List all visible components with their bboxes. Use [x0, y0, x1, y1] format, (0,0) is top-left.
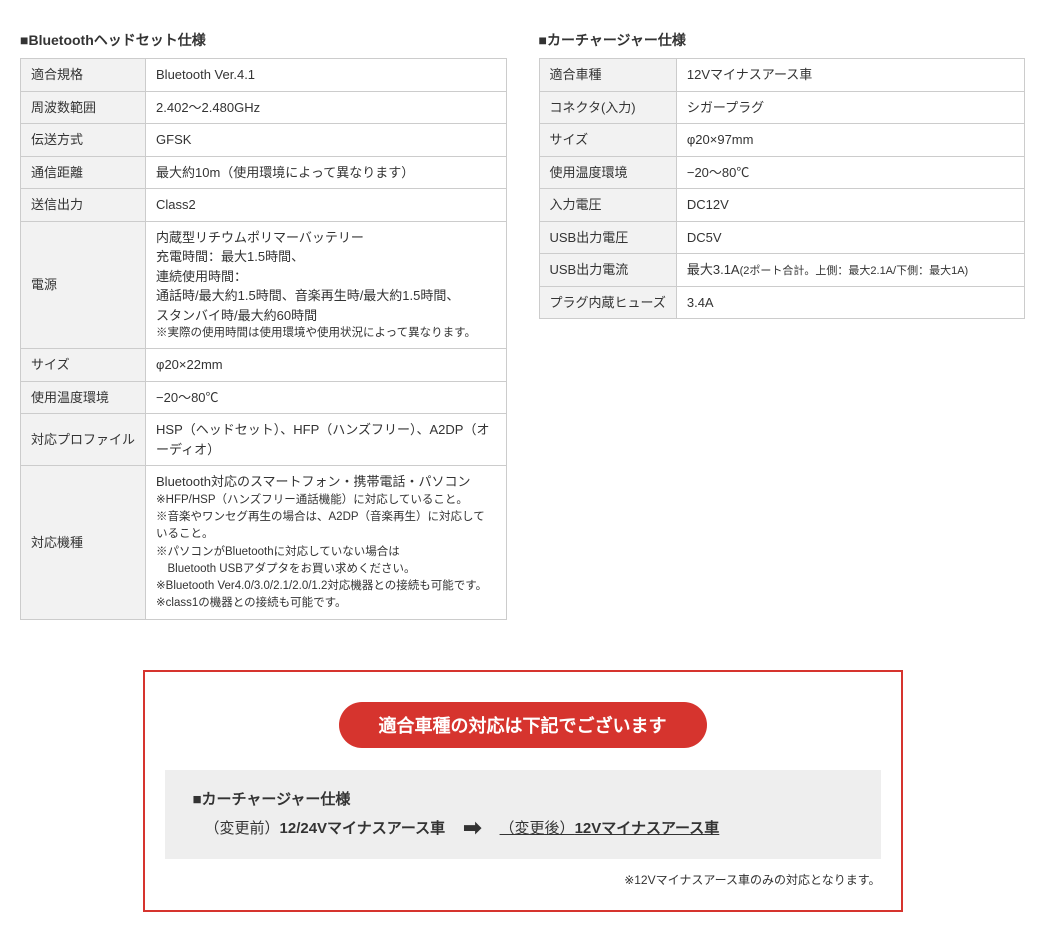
spec-key: 適合規格: [21, 59, 146, 92]
spec-value: φ20×22mm: [146, 349, 506, 382]
power-line: スタンバイ時/最大約60時間: [156, 306, 495, 326]
spec-key: サイズ: [539, 124, 676, 157]
table-row-power: 電源 内蔵型リチウムポリマーバッテリー 充電時間：最大1.5時間、 連続使用時間…: [21, 221, 507, 349]
after-value: 12Vマイナスアース車: [575, 820, 720, 837]
spec-key: 適合車種: [539, 59, 676, 92]
spec-value: Bluetooth Ver.4.1: [146, 59, 506, 92]
spec-key: 使用温度環境: [21, 381, 146, 414]
table-row: 使用温度環境−20～80℃: [21, 381, 507, 414]
table-row: 入力電圧DC12V: [539, 189, 1025, 222]
spec-value-models: Bluetooth対応のスマートフォン・携帯電話・パソコン ※HFP/HSP（ハ…: [146, 466, 506, 619]
notice-detail-band: ■カーチャージャー仕様 （変更前）12/24Vマイナスアース車 ➡ （変更後）1…: [165, 770, 881, 859]
before-group: （変更前）12/24Vマイナスアース車: [205, 817, 446, 838]
after-label: （変更後）: [500, 820, 575, 837]
charger-spec-block: ■カーチャージャー仕様 適合車種12Vマイナスアース車 コネクタ(入力)シガープ…: [539, 30, 1026, 319]
spec-key: 対応機種: [21, 466, 146, 619]
models-note: Bluetooth USBアダプタをお買い求めください。: [156, 561, 495, 578]
spec-value: 2.402～2.480GHz: [146, 91, 506, 124]
models-note: ※音楽やワンセグ再生の場合は、A2DP（音楽再生）に対応していること。: [156, 509, 495, 544]
table-row: 適合規格Bluetooth Ver.4.1: [21, 59, 507, 92]
spec-key: 対応プロファイル: [21, 414, 146, 466]
table-row: 使用温度環境−20～80℃: [539, 156, 1025, 189]
table-row: 周波数範囲2.402～2.480GHz: [21, 91, 507, 124]
spec-key: プラグ内蔵ヒューズ: [539, 286, 676, 319]
models-note: ※class1の機器との接続も可能です。: [156, 595, 495, 612]
spec-value: シガープラグ: [676, 91, 1024, 124]
spec-value: 12Vマイナスアース車: [676, 59, 1024, 92]
spec-value: HSP（ヘッドセット）、HFP（ハンズフリー）、A2DP（オーディオ）: [146, 414, 506, 466]
models-note: ※パソコンがBluetoothに対応していない場合は: [156, 544, 495, 561]
notice-box: 適合車種の対応は下記でございます ■カーチャージャー仕様 （変更前）12/24V…: [143, 670, 903, 912]
models-note: ※Bluetooth Ver4.0/3.0/2.1/2.0/1.2対応機器との接…: [156, 578, 495, 595]
table-row: サイズφ20×22mm: [21, 349, 507, 382]
spec-value: Class2: [146, 189, 506, 222]
models-main: Bluetooth対応のスマートフォン・携帯電話・パソコン: [156, 472, 495, 492]
models-note: ※HFP/HSP（ハンズフリー通話機能）に対応していること。: [156, 492, 495, 509]
spec-key: USB出力電圧: [539, 221, 676, 254]
before-label: （変更前）: [205, 820, 280, 837]
notice-headline: 適合車種の対応は下記でございます: [339, 702, 707, 748]
change-line: （変更前）12/24Vマイナスアース車 ➡ （変更後）12Vマイナスアース車: [193, 817, 853, 839]
before-value: 12/24Vマイナスアース車: [280, 820, 446, 837]
spec-key: 伝送方式: [21, 124, 146, 157]
spec-value: φ20×97mm: [676, 124, 1024, 157]
spec-key: 送信出力: [21, 189, 146, 222]
spec-key: 入力電圧: [539, 189, 676, 222]
table-row: プラグ内蔵ヒューズ3.4A: [539, 286, 1025, 319]
table-row: USB出力電流 最大3.1A(2ポート合計。上側：最大2.1A/下側：最大1A): [539, 254, 1025, 287]
bluetooth-spec-title: ■Bluetoothヘッドセット仕様: [20, 30, 507, 50]
spec-value: 最大約10m（使用環境によって異なります）: [146, 156, 506, 189]
spec-key: USB出力電流: [539, 254, 676, 287]
charger-spec-table: 適合車種12Vマイナスアース車 コネクタ(入力)シガープラグ サイズφ20×97…: [539, 58, 1026, 319]
table-row: コネクタ(入力)シガープラグ: [539, 91, 1025, 124]
spec-value: DC12V: [676, 189, 1024, 222]
table-row-models: 対応機種 Bluetooth対応のスマートフォン・携帯電話・パソコン ※HFP/…: [21, 466, 507, 619]
spec-key: 通信距離: [21, 156, 146, 189]
power-line: 連続使用時間：: [156, 267, 495, 287]
bluetooth-spec-table: 適合規格Bluetooth Ver.4.1 周波数範囲2.402～2.480GH…: [20, 58, 507, 620]
power-note: ※実際の使用時間は使用環境や使用状況によって異なります。: [156, 325, 495, 342]
charger-spec-title: ■カーチャージャー仕様: [539, 30, 1026, 50]
power-line: 内蔵型リチウムポリマーバッテリー: [156, 228, 495, 248]
spec-value: −20～80℃: [676, 156, 1024, 189]
table-row: サイズφ20×97mm: [539, 124, 1025, 157]
spec-value-power: 内蔵型リチウムポリマーバッテリー 充電時間：最大1.5時間、 連続使用時間： 通…: [146, 221, 506, 349]
notice-footnote: ※12Vマイナスアース車のみの対応となります。: [165, 871, 881, 888]
spec-key: サイズ: [21, 349, 146, 382]
spec-key: 電源: [21, 221, 146, 349]
table-row: 対応プロファイルHSP（ヘッドセット）、HFP（ハンズフリー）、A2DP（オーデ…: [21, 414, 507, 466]
notice-section-title: ■カーチャージャー仕様: [193, 788, 853, 809]
table-row: 適合車種12Vマイナスアース車: [539, 59, 1025, 92]
spec-key: コネクタ(入力): [539, 91, 676, 124]
bluetooth-spec-block: ■Bluetoothヘッドセット仕様 適合規格Bluetooth Ver.4.1…: [20, 30, 507, 620]
power-line: 通話時/最大約1.5時間、音楽再生時/最大約1.5時間、: [156, 286, 495, 306]
arrow-icon: ➡: [463, 817, 481, 839]
spec-value: GFSK: [146, 124, 506, 157]
spec-key: 使用温度環境: [539, 156, 676, 189]
spec-value: DC5V: [676, 221, 1024, 254]
spec-value: −20～80℃: [146, 381, 506, 414]
table-row: 通信距離最大約10m（使用環境によって異なります）: [21, 156, 507, 189]
usb-current-sub: (2ポート合計。上側：最大2.1A/下側：最大1A): [740, 265, 969, 277]
table-row: 伝送方式GFSK: [21, 124, 507, 157]
spec-columns: ■Bluetoothヘッドセット仕様 適合規格Bluetooth Ver.4.1…: [20, 30, 1025, 620]
table-row: 送信出力Class2: [21, 189, 507, 222]
spec-value-usb-current: 最大3.1A(2ポート合計。上側：最大2.1A/下側：最大1A): [676, 254, 1024, 287]
usb-current-main: 最大3.1A: [687, 262, 740, 277]
power-line: 充電時間：最大1.5時間、: [156, 247, 495, 267]
table-row: USB出力電圧DC5V: [539, 221, 1025, 254]
after-group: （変更後）12Vマイナスアース車: [500, 817, 720, 838]
spec-value: 3.4A: [676, 286, 1024, 319]
spec-key: 周波数範囲: [21, 91, 146, 124]
